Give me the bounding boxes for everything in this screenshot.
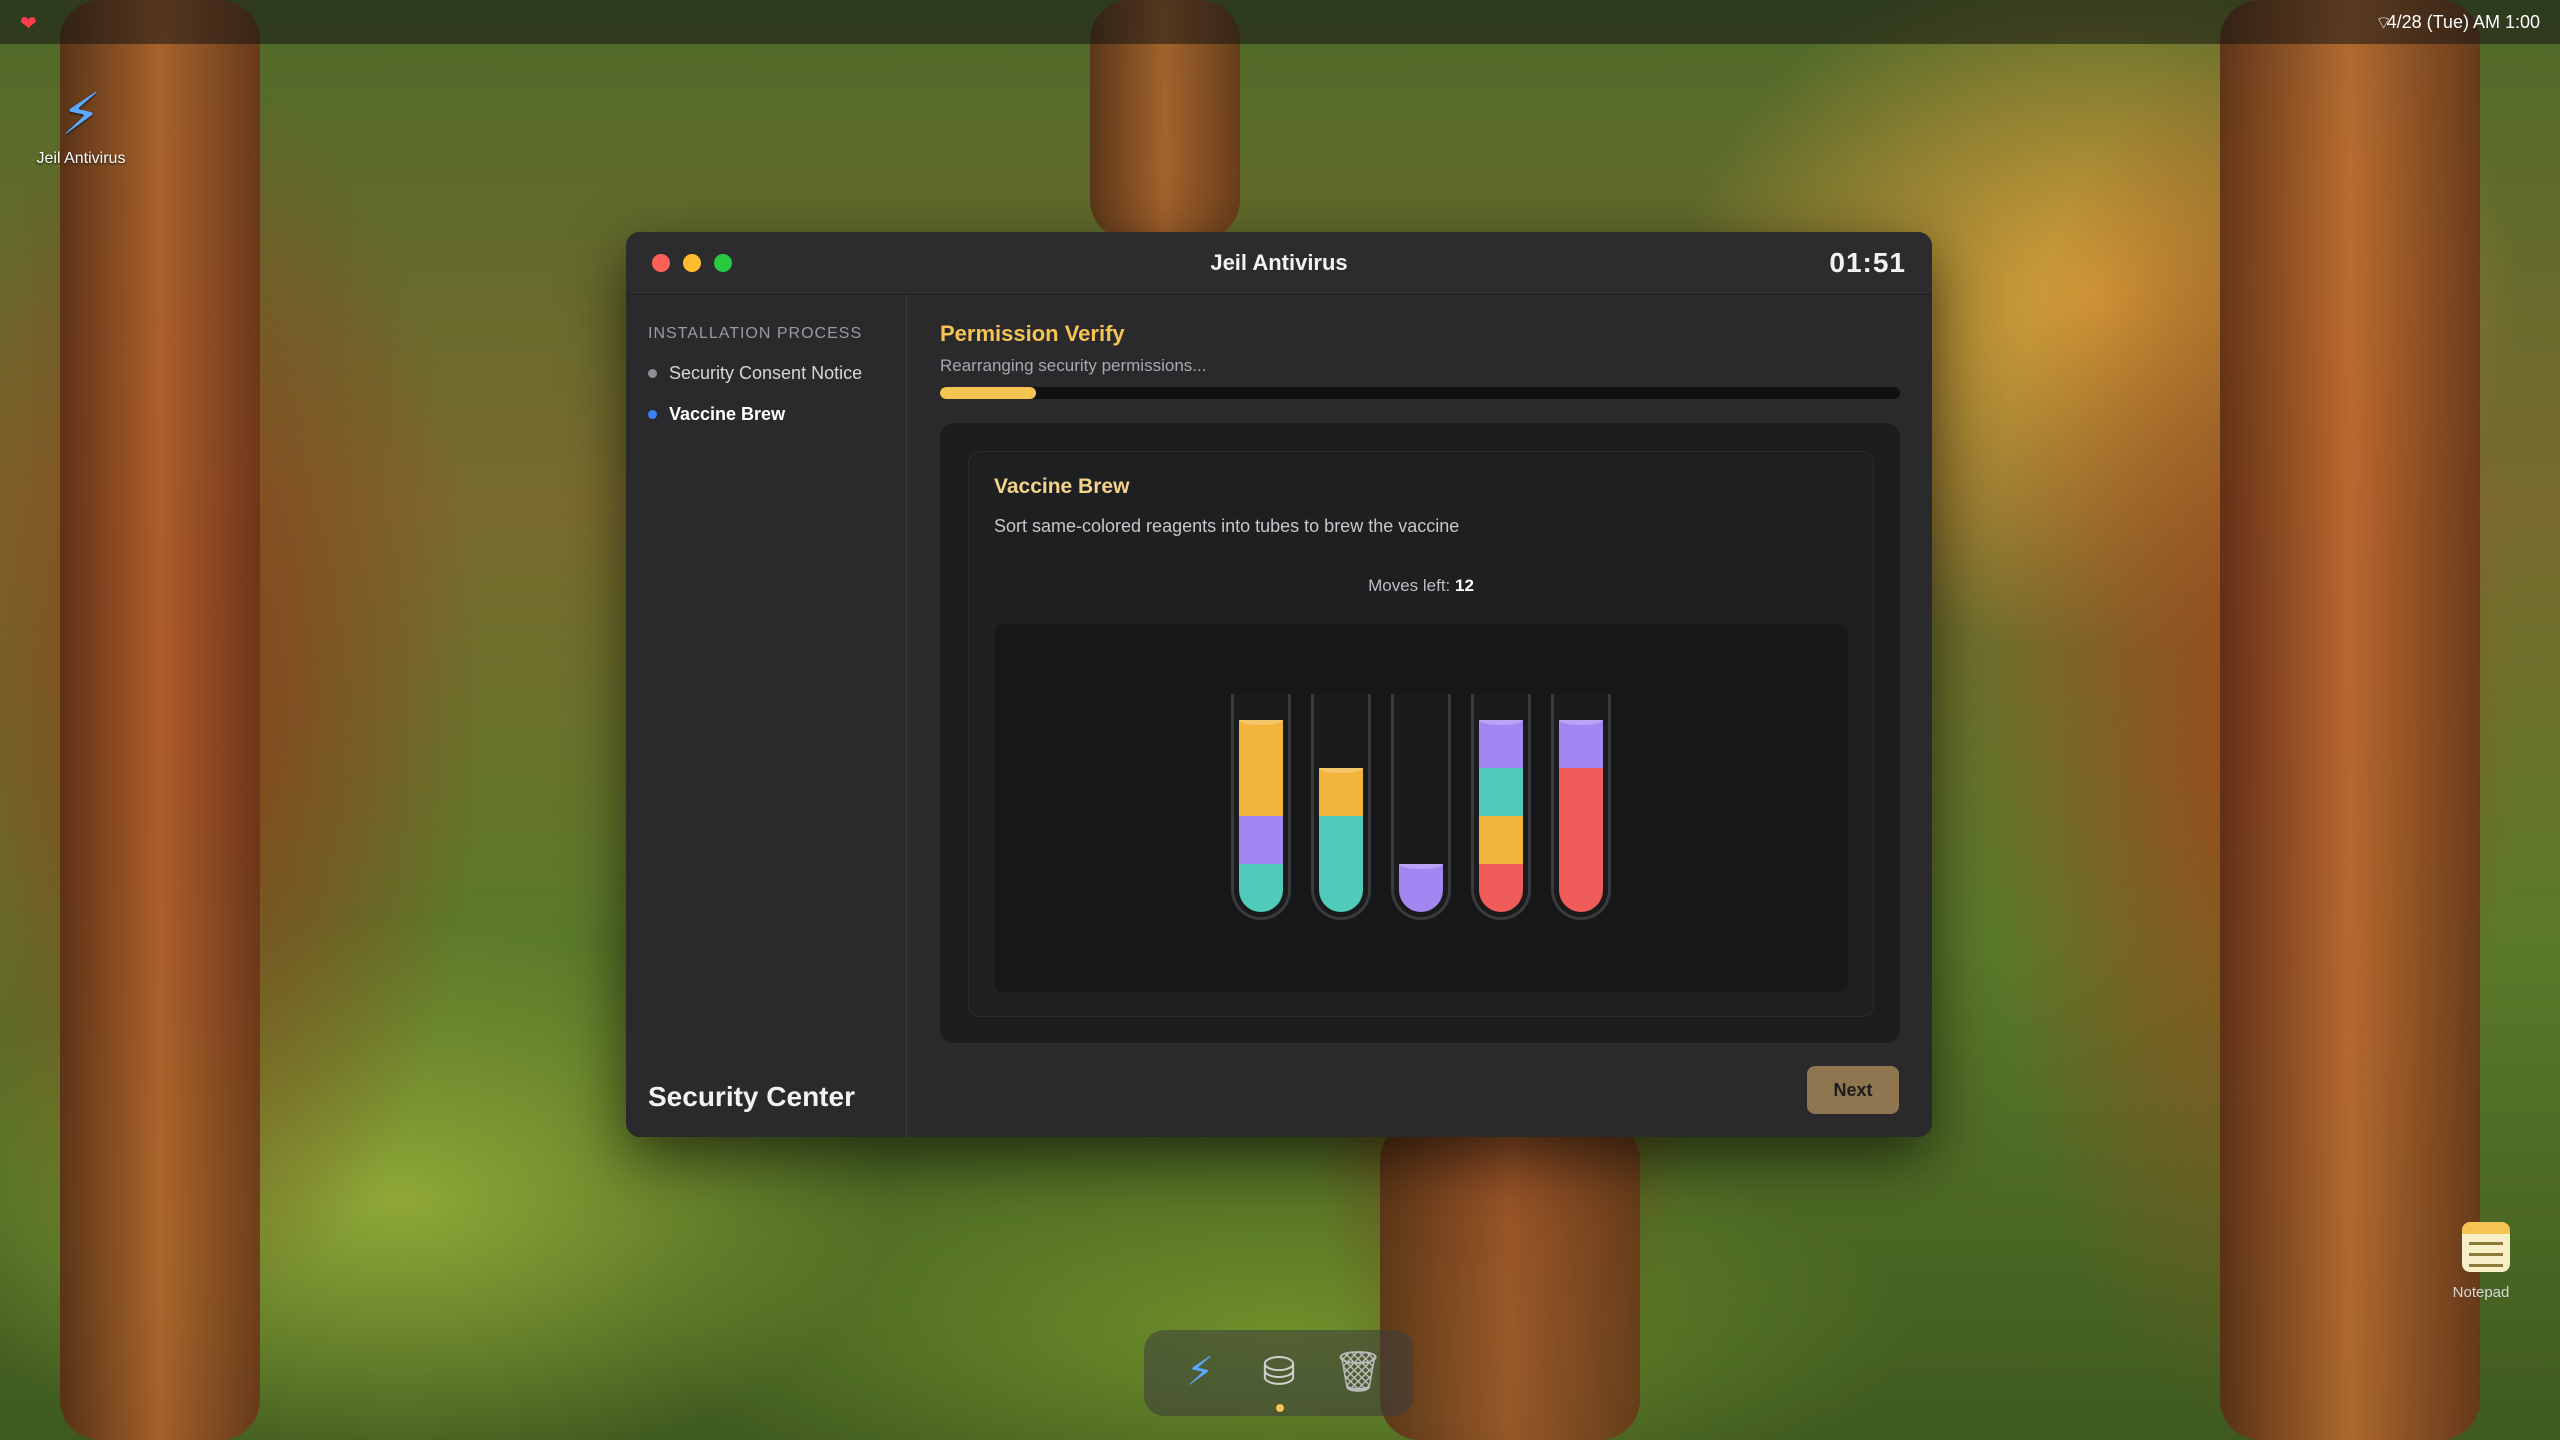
desktop-icon-label: Jeil Antivirus bbox=[36, 150, 126, 167]
antivirus-icon[interactable]: ⚡ bbox=[1172, 1344, 1228, 1400]
sidebar-heading: INSTALLATION PROCESS bbox=[648, 325, 863, 342]
sidebar-item-vaccine-brew[interactable]: Vaccine Brew bbox=[648, 404, 785, 425]
sidebar-footer: Security Center bbox=[648, 1081, 855, 1112]
disk-icon[interactable]: ⛁ bbox=[1251, 1344, 1307, 1400]
progress-bar bbox=[940, 387, 1900, 399]
reagent-yellow bbox=[1239, 720, 1283, 768]
tube-liquid bbox=[1479, 720, 1523, 912]
menu-bar-clock[interactable]: 4/28 (Tue) AM 1:00 bbox=[2387, 12, 2540, 33]
tube-1[interactable] bbox=[1231, 694, 1291, 920]
running-indicator bbox=[1276, 1404, 1284, 1412]
app-window: Jeil Antivirus 01:51 INSTALLATION PROCES… bbox=[626, 232, 1932, 1137]
game-description: Sort same-colored reagents into tubes to… bbox=[994, 516, 1460, 536]
notepad-icon bbox=[2462, 1222, 2510, 1272]
dock: ⚡ ⛁ 🗑 bbox=[1144, 1330, 1414, 1416]
tube-liquid bbox=[1239, 720, 1283, 912]
reagent-teal bbox=[1319, 864, 1363, 912]
tube-board bbox=[994, 624, 1848, 992]
game-card: Vaccine Brew Sort same-colored reagents … bbox=[968, 451, 1874, 1017]
reagent-red bbox=[1559, 864, 1603, 912]
reagent-purple bbox=[1399, 864, 1443, 912]
tube-5[interactable] bbox=[1551, 694, 1611, 920]
tube-3[interactable] bbox=[1391, 694, 1451, 920]
game-container: Vaccine Brew Sort same-colored reagents … bbox=[940, 423, 1900, 1043]
trash-icon[interactable]: 🗑 bbox=[1330, 1344, 1386, 1400]
game-title: Vaccine Brew bbox=[994, 475, 1130, 498]
desktop-icon-jeil-antivirus[interactable]: ⚡ Jeil Antivirus bbox=[26, 80, 136, 168]
reagent-teal bbox=[1479, 768, 1523, 816]
tube-liquid bbox=[1319, 768, 1363, 912]
desktop-icon-notepad[interactable]: Notepad bbox=[2453, 1222, 2516, 1301]
tree-trunk-bottom bbox=[1380, 1120, 1640, 1440]
sidebar-item-label: Vaccine Brew bbox=[669, 404, 786, 424]
reagent-teal bbox=[1239, 864, 1283, 912]
tree-trunk-left bbox=[60, 0, 260, 1440]
reagent-yellow bbox=[1319, 768, 1363, 816]
moves-value: 12 bbox=[1455, 576, 1474, 595]
tube-2[interactable] bbox=[1311, 694, 1371, 920]
reagent-yellow bbox=[1239, 768, 1283, 816]
desktop-icon-label: Notepad bbox=[2452, 1284, 2510, 1301]
countdown-timer: 01:51 bbox=[1829, 247, 1906, 278]
tube-4[interactable] bbox=[1471, 694, 1531, 920]
reagent-red bbox=[1559, 816, 1603, 864]
step-title: Permission Verify bbox=[940, 321, 1125, 346]
reagent-red bbox=[1479, 864, 1523, 912]
sidebar: INSTALLATION PROCESS Security Consent No… bbox=[626, 295, 907, 1137]
tree-trunk-right bbox=[2220, 0, 2480, 1440]
heart-icon[interactable]: ❤ bbox=[20, 11, 37, 36]
tube-liquid bbox=[1399, 864, 1443, 912]
menu-bar: ❤ ⌔ 4/28 (Tue) AM 1:00 bbox=[0, 0, 2560, 44]
sidebar-item-label: Security Consent Notice bbox=[669, 363, 863, 383]
sidebar-item-security-consent-notice[interactable]: Security Consent Notice bbox=[648, 363, 862, 384]
lightning-bolt-icon: ⚡ bbox=[60, 82, 102, 147]
moves-label: Moves left: bbox=[1368, 576, 1455, 595]
reagent-purple bbox=[1479, 720, 1523, 768]
title-bar[interactable]: Jeil Antivirus 01:51 bbox=[626, 232, 1932, 295]
reagent-purple bbox=[1559, 720, 1603, 768]
progress-fill bbox=[940, 387, 1036, 399]
next-button[interactable]: Next bbox=[1807, 1066, 1899, 1114]
reagent-yellow bbox=[1479, 816, 1523, 864]
step-dot-icon bbox=[648, 369, 657, 378]
active-step-dot-icon bbox=[648, 410, 657, 419]
reagent-purple bbox=[1239, 816, 1283, 864]
step-subtitle: Rearranging security permissions... bbox=[940, 356, 1207, 375]
moves-counter: Moves left: 12 bbox=[969, 576, 1873, 596]
reagent-red bbox=[1559, 768, 1603, 816]
window-title: Jeil Antivirus bbox=[1210, 250, 1348, 275]
reagent-teal bbox=[1319, 816, 1363, 864]
main-panel: Permission Verify Rearranging security p… bbox=[907, 295, 1932, 1137]
tube-liquid bbox=[1559, 720, 1603, 912]
